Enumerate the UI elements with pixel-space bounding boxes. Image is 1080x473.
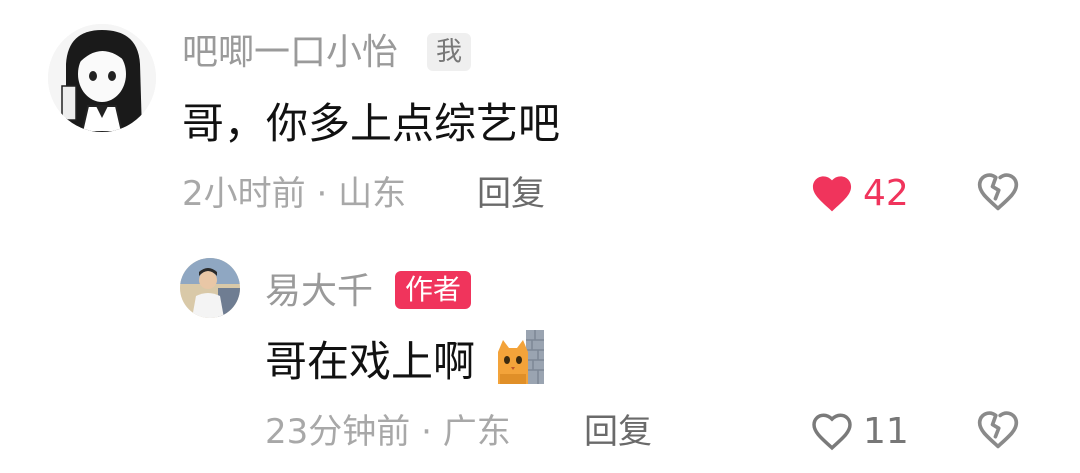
dislike-button[interactable]: [976, 408, 1020, 452]
avatar-illustration: [48, 24, 156, 132]
reply-location: 广东: [442, 412, 511, 452]
meta-separator: ·: [305, 174, 339, 214]
avatar[interactable]: [180, 258, 240, 318]
like-count: 42: [863, 173, 909, 214]
reply-username[interactable]: 易大千: [265, 272, 373, 312]
reply-time: 23分钟前: [265, 412, 411, 452]
comment-time: 2小时前: [182, 174, 306, 214]
self-badge: 我: [427, 33, 472, 71]
author-badge: 作者: [395, 271, 472, 309]
broken-heart-icon: [977, 411, 1019, 449]
meta-separator: ·: [410, 412, 443, 452]
like-button[interactable]: 42: [810, 170, 915, 218]
reply-button[interactable]: 回复: [477, 174, 545, 214]
reply-meta: 23分钟前 · 广东: [265, 412, 511, 452]
heart-filled-icon: [812, 176, 852, 212]
like-button[interactable]: 11: [810, 408, 915, 456]
comment-text: 哥，你多上点综艺吧: [182, 99, 561, 148]
comment-location: 山东: [338, 174, 407, 214]
like-count: 11: [863, 411, 909, 452]
comment-meta: 2小时前 · 山东: [182, 174, 406, 214]
avatar-photo: [180, 258, 240, 318]
avatar[interactable]: [48, 24, 156, 132]
dislike-button[interactable]: [976, 170, 1020, 214]
comment-username[interactable]: 吧唧一口小怡: [182, 33, 398, 73]
reply-button[interactable]: 回复: [584, 412, 652, 452]
reply-item: 易大千 作者 哥在戏上啊 23分钟前 · 广东 回复 11: [0, 240, 1080, 473]
broken-heart-icon: [977, 173, 1019, 211]
reply-text: 哥在戏上啊: [265, 337, 476, 386]
heart-outline-icon: [812, 413, 852, 451]
reply-text-line: 哥在戏上啊: [265, 338, 475, 386]
comment-item: 吧唧一口小怡 我 哥，你多上点综艺吧 2小时前 · 山东 回复 42: [0, 0, 1080, 240]
cat-peeking-emoji: [496, 330, 544, 384]
